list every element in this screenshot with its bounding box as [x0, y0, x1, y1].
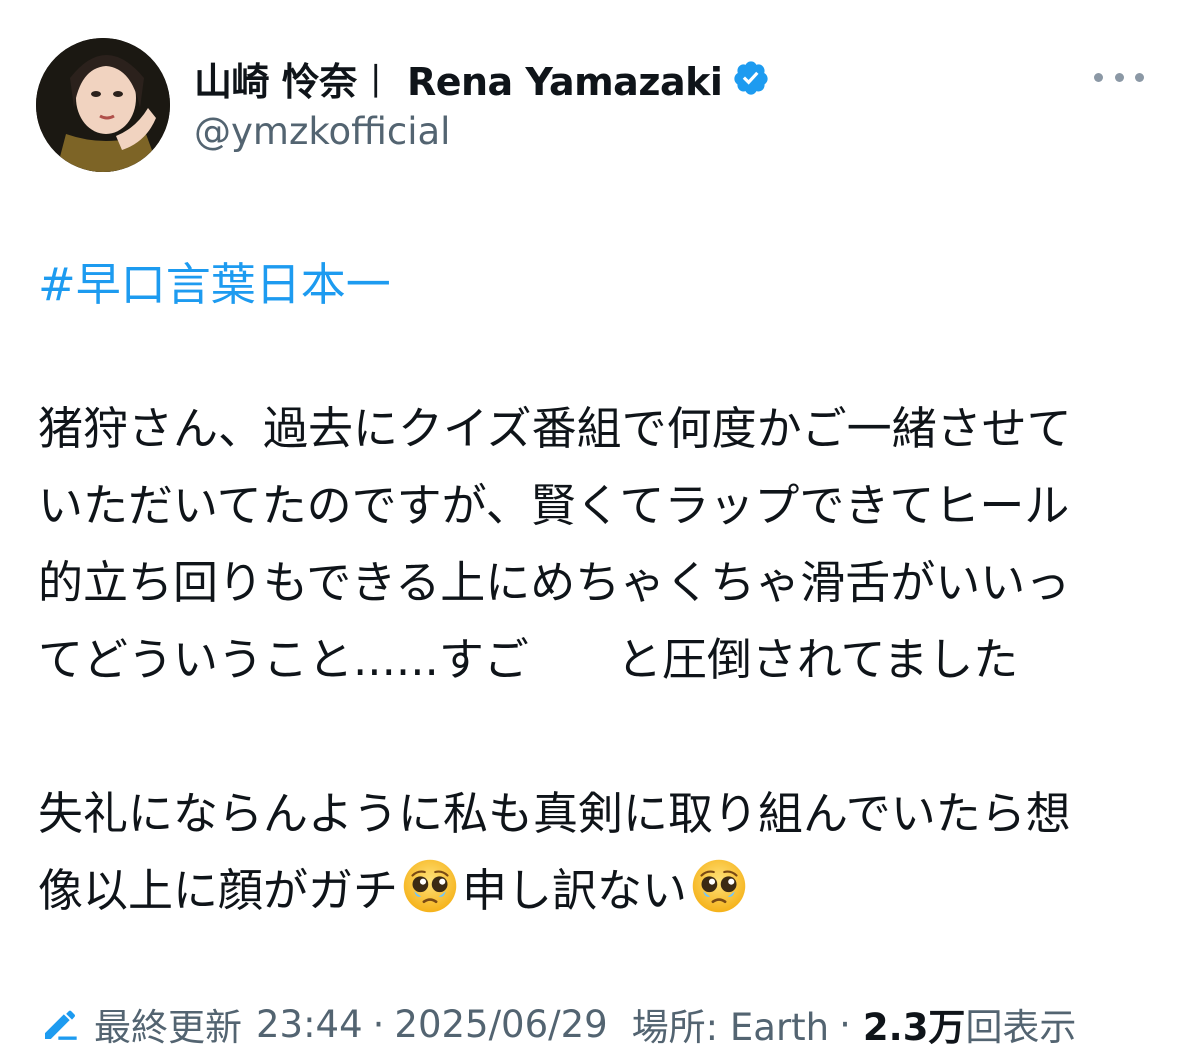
more-dot — [1135, 72, 1144, 82]
avatar-image — [36, 38, 170, 172]
pleading-face-icon — [403, 859, 457, 913]
pleading-face-icon — [692, 859, 746, 913]
hashtag-link[interactable]: #早口言葉日本一 — [38, 248, 391, 313]
more-dot — [1094, 72, 1103, 82]
post-text-fragment: てどういうこと......すご — [38, 633, 529, 686]
post-meta-footer: 最終更新 23:44 · 2025/06/29 場所: Earth · 2.3万… — [40, 998, 1076, 1050]
post-text-line: 像以上に顔がガチ 申し訳ない — [38, 852, 1148, 929]
post-time[interactable]: 23:44 — [256, 1003, 363, 1046]
post-text-line: てどういうこと......すご と圧倒されてました — [38, 621, 1148, 698]
post-text-line: 失礼にならんように私も真剣に取り組んでいたら想 — [38, 787, 1071, 840]
views-label[interactable]: 回表示 — [965, 997, 1076, 1051]
post-text-line: 的立ち回りもできる上にめちゃくちゃ滑舌がいいっ — [38, 556, 1071, 609]
more-icon[interactable] — [1094, 62, 1144, 92]
views-count[interactable]: 2.3万 — [863, 997, 966, 1051]
verified-badge-icon — [734, 61, 769, 95]
separator: · — [839, 1002, 851, 1046]
avatar[interactable] — [36, 38, 170, 172]
post-text-fragment: 申し訳ない — [462, 864, 688, 917]
post-text-fragment: 像以上に顔がガチ — [38, 864, 399, 917]
edit-pencil-icon[interactable] — [40, 1004, 80, 1044]
display-name[interactable]: 山崎 怜奈︱ Rena Yamazaki — [194, 51, 723, 106]
more-dot — [1114, 72, 1124, 82]
post-text-paragraph: 失礼にならんように私も真剣に取り組んでいたら想 像以上に顔がガチ 申し訳ない — [38, 775, 1148, 929]
user-handle[interactable]: @ymzkofficial — [194, 110, 450, 153]
post-text-line: いただいてたのですが、賢くてラップできてヒール — [38, 479, 1070, 532]
separator: · — [372, 1002, 385, 1046]
post-text-line: 猪狩さん、過去にクイズ番組で何度かご一緒させて — [38, 402, 1072, 455]
post-date[interactable]: 2025/06/29 — [394, 1003, 607, 1046]
location: 場所: Earth — [631, 1006, 830, 1049]
edited-label[interactable]: 最終更新 — [94, 997, 242, 1051]
post-text-fragment: と圧倒されてました — [616, 633, 1019, 686]
post-text-paragraph: 猪狩さん、過去にクイズ番組で何度かご一緒させて いただいてたのですが、賢くてラッ… — [38, 390, 1148, 698]
